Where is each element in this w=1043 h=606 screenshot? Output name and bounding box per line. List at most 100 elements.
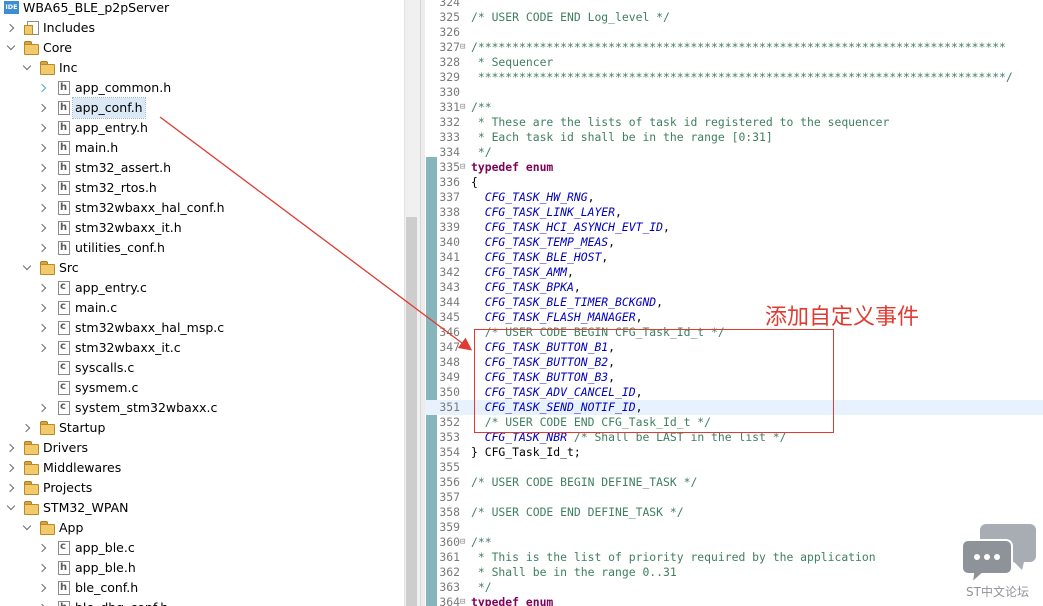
line-number: 362: [439, 565, 460, 579]
collapse-chevron-icon[interactable]: [6, 498, 18, 518]
code-line[interactable]: 337 CFG_TASK_HW_RNG,: [425, 190, 1043, 205]
code-editor[interactable]: 324 325/* USER CODE END Log_level */326 32…: [425, 0, 1043, 606]
code-line[interactable]: 329 ************************************…: [425, 70, 1043, 85]
code-line[interactable]: 358 /* USER CODE END DEFINE_TASK */: [425, 505, 1043, 520]
header-file-icon: [56, 121, 71, 135]
code-line[interactable]: 342 CFG_TASK_AMM,: [425, 265, 1043, 280]
collapse-chevron-icon[interactable]: [6, 38, 18, 58]
line-number: 345: [439, 310, 460, 324]
expand-chevron-icon[interactable]: [38, 78, 50, 98]
code-token: ,: [601, 250, 609, 264]
code-line[interactable]: 354} CFG_Task_Id_t;: [425, 445, 1043, 460]
expand-chevron-icon[interactable]: [38, 118, 50, 138]
code-line[interactable]: 345 CFG_TASK_FLASH_MANAGER,: [425, 310, 1043, 325]
c-file-icon: [56, 280, 71, 295]
code-line[interactable]: 339 CFG_TASK_HCI_ASYNCH_EVT_ID,: [425, 220, 1043, 235]
expand-chevron-icon[interactable]: [38, 98, 50, 118]
collapse-chevron-icon[interactable]: [22, 258, 34, 278]
code-line[interactable]: 330: [425, 85, 1043, 100]
c-file-icon: [56, 300, 71, 315]
code-line[interactable]: 332 * These are the lists of task id reg…: [425, 115, 1043, 130]
expand-chevron-icon[interactable]: [38, 298, 50, 318]
header-file-icon: [56, 601, 71, 606]
code-line[interactable]: 364 ⊟ typedef enum: [425, 595, 1043, 606]
line-number: 358: [439, 505, 460, 519]
line-number: 340: [439, 235, 460, 249]
expand-chevron-icon[interactable]: [38, 178, 50, 198]
expand-chevron-icon[interactable]: [38, 558, 50, 578]
code-line[interactable]: 343 CFG_TASK_BPKA,: [425, 280, 1043, 295]
code-line[interactable]: 338 CFG_TASK_LINK_LAYER,: [425, 205, 1043, 220]
code-line[interactable]: 327 ⊟ /***********************************…: [425, 40, 1043, 55]
expand-chevron-icon[interactable]: [6, 18, 18, 38]
code-line[interactable]: 362 * Shall be in the range 0..31: [425, 565, 1043, 580]
code-line[interactable]: 357: [425, 490, 1043, 505]
fold-toggle-icon[interactable]: ⊟: [460, 160, 465, 175]
code-line[interactable]: 361 * This is the list of priority requi…: [425, 550, 1043, 565]
expand-chevron-icon[interactable]: [38, 538, 50, 558]
code-line[interactable]: 326: [425, 25, 1043, 40]
expand-chevron-icon[interactable]: [38, 338, 50, 358]
tree-item-label: app_entry.h: [75, 120, 148, 135]
expand-chevron-icon[interactable]: [38, 398, 50, 418]
expand-chevron-icon[interactable]: [38, 138, 50, 158]
line-number: 327: [439, 40, 460, 54]
line-number: 357: [439, 490, 460, 504]
line-number: 361: [439, 550, 460, 564]
line-number: 339: [439, 220, 460, 234]
code-text: /* USER CODE BEGIN DEFINE_TASK */: [471, 475, 697, 490]
code-text: * These are the lists of task id registe…: [471, 115, 889, 130]
folder-icon: [24, 441, 39, 455]
line-number: 333: [439, 130, 460, 144]
collapse-chevron-icon[interactable]: [22, 58, 34, 78]
code-line[interactable]: 360 ⊟ /**: [425, 535, 1043, 550]
code-line[interactable]: 325 /* USER CODE END Log_level */: [425, 10, 1043, 25]
code-text: CFG_TASK_HCI_ASYNCH_EVT_ID,: [471, 220, 670, 235]
code-line[interactable]: 331 ⊟ /**: [425, 100, 1043, 115]
c-file-icon: [56, 360, 71, 375]
code-line[interactable]: 356 /* USER CODE BEGIN DEFINE_TASK */: [425, 475, 1043, 490]
folder-icon: [24, 461, 39, 475]
code-token: ,: [615, 205, 622, 219]
code-comment: */: [471, 145, 492, 159]
expand-chevron-icon[interactable]: [38, 238, 50, 258]
expand-chevron-icon[interactable]: [38, 318, 50, 338]
line-number: 350: [439, 385, 460, 399]
code-enum-constant: CFG_TASK_LINK_LAYER: [471, 205, 616, 219]
expand-chevron-icon[interactable]: [6, 478, 18, 498]
code-line[interactable]: 333 * Each task id shall be in the range…: [425, 130, 1043, 145]
line-number: 349: [439, 370, 460, 384]
fold-toggle-icon[interactable]: ⊟: [460, 100, 465, 115]
code-line[interactable]: 335 ⊟ typedef enum: [425, 160, 1043, 175]
expand-chevron-icon[interactable]: [38, 578, 50, 598]
code-line[interactable]: 341 CFG_TASK_BLE_HOST,: [425, 250, 1043, 265]
collapse-chevron-icon[interactable]: [22, 518, 34, 538]
line-number: 346: [439, 325, 460, 339]
expand-chevron-icon[interactable]: [38, 278, 50, 298]
expand-chevron-icon[interactable]: [38, 218, 50, 238]
expand-chevron-icon[interactable]: [38, 158, 50, 178]
code-line[interactable]: 363 */: [425, 580, 1043, 595]
fold-toggle-icon[interactable]: ⊟: [460, 40, 465, 55]
expand-chevron-icon[interactable]: [6, 438, 18, 458]
expand-chevron-icon[interactable]: [6, 458, 18, 478]
code-line[interactable]: 340 CFG_TASK_TEMP_MEAS,: [425, 235, 1043, 250]
code-line[interactable]: 344 CFG_TASK_BLE_TIMER_BCKGND,: [425, 295, 1043, 310]
expand-chevron-icon[interactable]: [38, 598, 50, 606]
tree-item-label: WBA65_BLE_p2pServer: [23, 0, 170, 15]
code-text: * Sequencer: [471, 55, 553, 70]
line-number: 348: [439, 355, 460, 369]
code-token: ,: [635, 310, 643, 324]
code-line[interactable]: 324: [425, 0, 1043, 10]
line-number: 338: [439, 205, 460, 219]
fold-toggle-icon[interactable]: ⊟: [460, 595, 465, 606]
code-line[interactable]: 328 * Sequencer: [425, 55, 1043, 70]
code-line[interactable]: 336 {: [425, 175, 1043, 190]
expand-chevron-icon[interactable]: [38, 198, 50, 218]
code-line[interactable]: 334 */: [425, 145, 1043, 160]
tree-scrollbar-thumb[interactable]: [406, 217, 417, 606]
expand-chevron-icon[interactable]: [22, 418, 34, 438]
code-line[interactable]: 359: [425, 520, 1043, 535]
code-line[interactable]: 355: [425, 460, 1043, 475]
fold-toggle-icon[interactable]: ⊟: [460, 535, 465, 550]
